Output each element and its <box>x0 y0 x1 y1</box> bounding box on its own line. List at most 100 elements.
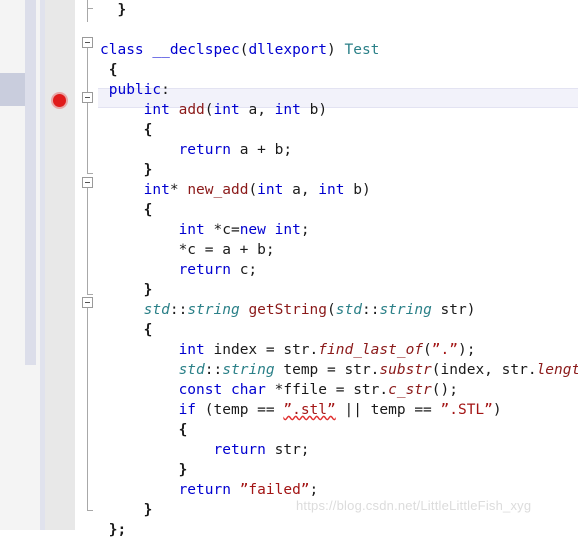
code-token: ( <box>204 102 214 118</box>
code-line[interactable]: { <box>100 120 578 140</box>
fold-marker-method-add[interactable] <box>82 92 93 103</box>
code-line[interactable]: const char *ffile = str.c_str(); <box>100 380 578 400</box>
overview-margin[interactable] <box>0 0 25 530</box>
code-token: new <box>239 222 266 238</box>
code-line[interactable]: int add(int a, int b) <box>100 100 578 120</box>
code-line[interactable]: { <box>100 320 578 340</box>
code-token: { <box>143 122 153 138</box>
code-line[interactable]: { <box>100 420 578 440</box>
code-token: int <box>318 182 345 198</box>
code-line[interactable]: } <box>100 280 578 300</box>
code-token: b) <box>344 182 371 198</box>
code-token: { <box>143 202 153 218</box>
code-token: str; <box>265 442 310 458</box>
code-token: Test <box>344 42 380 58</box>
code-token: ) <box>327 42 345 58</box>
vertical-scrollbar-thumb[interactable] <box>25 0 36 365</box>
code-token: :: <box>361 302 380 318</box>
code-token: *ffile = str. <box>265 382 389 398</box>
code-token: substr <box>379 362 432 378</box>
code-token: std <box>178 362 205 378</box>
code-token: || temp == <box>335 402 441 418</box>
code-token: : <box>161 82 170 98</box>
code-token: a, <box>239 102 275 118</box>
code-line[interactable]: { <box>100 60 578 80</box>
code-token: str) <box>431 302 476 318</box>
code-line[interactable]: int index = str.find_last_of(”.”); <box>100 340 578 360</box>
code-line[interactable]: return a + b; <box>100 140 578 160</box>
fold-marker-method-new-add[interactable] <box>82 177 93 188</box>
code-token: ; <box>309 482 319 498</box>
code-token: int <box>274 102 301 118</box>
code-token: ”.” <box>431 342 458 358</box>
code-line[interactable]: } <box>100 460 578 480</box>
code-token: } <box>117 2 127 18</box>
code-line[interactable]: int* new_add(int a, int b) <box>100 180 578 200</box>
code-token: } <box>143 162 153 178</box>
fold-end-add <box>87 173 93 174</box>
code-token: *c= <box>204 222 240 238</box>
code-token: temp = str. <box>274 362 380 378</box>
code-token: *c = a + b; <box>178 242 275 258</box>
code-token: ( <box>248 182 258 198</box>
fold-marker-method-getstring[interactable] <box>82 297 93 308</box>
code-token: return <box>178 262 231 278</box>
code-line[interactable]: std::string temp = str.substr(index, str… <box>100 360 578 380</box>
code-line[interactable]: }; <box>100 520 578 540</box>
code-token: ( <box>327 302 336 318</box>
code-token: c; <box>230 262 258 278</box>
code-line[interactable]: public: <box>100 80 578 100</box>
code-line[interactable]: } <box>100 0 578 20</box>
code-token: index = str. <box>204 342 319 358</box>
code-token: ; <box>300 222 310 238</box>
code-token: class <box>100 42 144 58</box>
code-token: string <box>222 362 275 378</box>
fold-marker-class-test[interactable] <box>82 37 93 48</box>
code-token: }; <box>108 522 127 538</box>
code-line[interactable] <box>100 20 578 40</box>
fold-end-top <box>87 8 93 9</box>
code-line[interactable]: return ”failed”; <box>100 480 578 500</box>
code-token: { <box>178 422 188 438</box>
code-line[interactable]: int *c=new int; <box>100 220 578 240</box>
code-token: int <box>143 182 170 198</box>
code-token: } <box>143 502 153 518</box>
code-token: const <box>178 382 223 398</box>
code-token: length <box>536 362 578 378</box>
code-line[interactable]: *c = a + b; <box>100 240 578 260</box>
fold-margin[interactable] <box>78 0 100 530</box>
code-text-area[interactable]: } class __declspec(dllexport) Test { publ… <box>100 0 578 538</box>
overview-selection-marker[interactable] <box>0 73 25 106</box>
code-token: * <box>169 182 188 198</box>
code-line[interactable]: { <box>100 200 578 220</box>
code-token: ); <box>457 342 476 358</box>
code-token: ) <box>492 402 502 418</box>
code-token: string <box>379 302 432 318</box>
code-token: :: <box>169 302 188 318</box>
code-line[interactable]: return c; <box>100 260 578 280</box>
code-token: std <box>143 302 170 318</box>
code-line[interactable]: std::string getString(std::string str) <box>100 300 578 320</box>
code-token: ”.stl” <box>283 402 336 418</box>
code-line[interactable]: return str; <box>100 440 578 460</box>
code-line[interactable]: } <box>100 160 578 180</box>
code-line[interactable]: if (temp == ”.stl” || temp == ”.STL”) <box>100 400 578 420</box>
code-line[interactable]: class __declspec(dllexport) Test <box>100 40 578 60</box>
fold-line-getstring <box>87 308 88 510</box>
code-token: { <box>143 322 153 338</box>
code-editor-window: } class __declspec(dllexport) Test { publ… <box>0 0 578 538</box>
watermark-text: https://blog.csdn.net/LittleLittleFish_x… <box>296 498 532 513</box>
code-token: add <box>178 102 205 118</box>
code-token: int <box>178 222 205 238</box>
code-token: __declspec <box>152 42 240 58</box>
breakpoint-icon[interactable] <box>51 92 68 109</box>
code-token: std <box>335 302 362 318</box>
fold-line-class <box>87 48 88 93</box>
code-token: find_last_of <box>318 342 424 358</box>
breakpoint-gutter[interactable] <box>45 0 75 530</box>
code-token: (temp == <box>196 402 284 418</box>
code-token: c_str <box>388 382 432 398</box>
